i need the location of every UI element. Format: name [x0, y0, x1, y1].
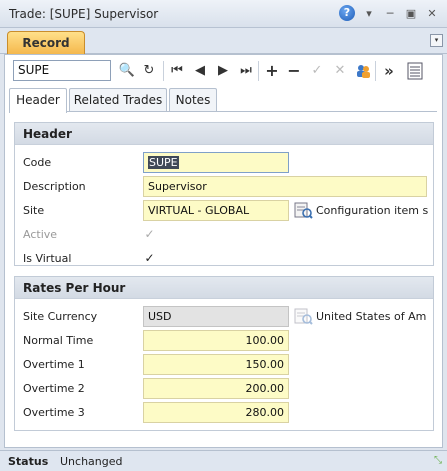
tab-record[interactable]: Record [7, 31, 85, 55]
rates-section-title: Rates Per Hour [15, 277, 433, 299]
search-icon[interactable]: 🔍 [117, 61, 137, 81]
help-icon[interactable]: ? [339, 5, 355, 21]
site-label: Site [23, 204, 45, 217]
normal-time-label: Normal Time [23, 334, 94, 347]
code-value: SUPE [148, 156, 179, 169]
currency-description-text: United States of Am [316, 310, 427, 323]
previous-record-icon[interactable]: ◀ [190, 61, 210, 81]
toolbar-divider [258, 61, 259, 81]
last-record-icon[interactable]: ⏭ [236, 61, 256, 81]
add-icon[interactable]: + [262, 61, 282, 81]
normal-time-row: Normal Time 100.00 [15, 329, 433, 353]
users-icon[interactable] [353, 61, 373, 81]
overtime-2-label: Overtime 2 [23, 382, 85, 395]
top-tab-strip: Record ▾ [0, 28, 447, 55]
configuration-item-icon[interactable] [293, 200, 313, 220]
help-dropdown-icon[interactable]: ▾ [362, 7, 376, 20]
window-titlebar: Trade: [SUPE] Supervisor ? ▾ ─ ▣ ✕ [0, 0, 447, 28]
first-record-icon[interactable]: ⏮ [167, 61, 187, 81]
active-row: Active ✓ [15, 223, 433, 247]
status-value: Unchanged [60, 455, 123, 468]
overtime-1-row: Overtime 1 150.00 [15, 353, 433, 377]
window-controls: ? ▾ ─ ▣ ✕ [339, 5, 439, 21]
cancel-icon[interactable]: ✕ [330, 61, 350, 81]
active-checkbox[interactable]: ✓ [143, 228, 156, 241]
overtime-2-row: Overtime 2 200.00 [15, 377, 433, 401]
tab-related-trades[interactable]: Related Trades [69, 88, 167, 112]
rates-section: Rates Per Hour Site Currency USD United … [14, 276, 434, 431]
subtab-divider [9, 111, 437, 112]
site-description-text: Configuration item s [316, 204, 429, 217]
currency-lookup-icon [293, 306, 313, 326]
site-row: Site VIRTUAL - GLOBAL Configuration item… [15, 199, 433, 223]
tab-notes[interactable]: Notes [169, 88, 217, 112]
is-virtual-label: Is Virtual [23, 252, 72, 265]
code-field[interactable]: SUPE [143, 152, 289, 173]
window-title: Trade: [SUPE] Supervisor [9, 7, 159, 21]
restore-icon[interactable]: ▣ [404, 7, 418, 20]
site-currency-label: Site Currency [23, 310, 98, 323]
save-icon[interactable]: ✓ [307, 61, 327, 81]
record-panel: SUPE 🔍 ↻ ⏮ ◀ ▶ ⏭ + − ✓ ✕ » Header Relate… [4, 54, 443, 448]
active-label: Active [23, 228, 58, 241]
overtime-3-field[interactable]: 280.00 [143, 402, 289, 423]
header-section-title: Header [15, 123, 433, 145]
is-virtual-row: Is Virtual ✓ [15, 247, 433, 271]
document-icon[interactable] [405, 61, 425, 81]
status-label: Status [8, 455, 49, 468]
toolbar-divider [375, 61, 376, 81]
resize-icon[interactable]: ⤡ [434, 455, 442, 466]
description-row: Description Supervisor [15, 175, 433, 199]
code-label: Code [23, 156, 52, 169]
overtime-3-label: Overtime 3 [23, 406, 85, 419]
site-currency-field: USD [143, 306, 289, 327]
subtab-bar: Header Related Trades Notes [9, 88, 439, 113]
header-tab-content: Header Code SUPE Description Supervisor … [11, 117, 437, 439]
close-icon[interactable]: ✕ [425, 7, 439, 20]
toolbar-divider [163, 61, 164, 81]
overtime-1-field[interactable]: 150.00 [143, 354, 289, 375]
overtime-1-label: Overtime 1 [23, 358, 85, 371]
site-currency-row: Site Currency USD United States of Am [15, 305, 433, 329]
overtime-3-row: Overtime 3 280.00 [15, 401, 433, 425]
site-field[interactable]: VIRTUAL - GLOBAL [143, 200, 289, 221]
code-row: Code SUPE [15, 151, 433, 175]
remove-icon[interactable]: − [284, 61, 304, 81]
record-search-input[interactable]: SUPE [13, 60, 111, 81]
normal-time-field[interactable]: 100.00 [143, 330, 289, 351]
overtime-2-field[interactable]: 200.00 [143, 378, 289, 399]
refresh-icon[interactable]: ↻ [139, 61, 159, 81]
description-label: Description [23, 180, 86, 193]
next-record-icon[interactable]: ▶ [213, 61, 233, 81]
status-bar: Status Unchanged ⤡ [0, 450, 447, 471]
tab-menu-icon[interactable]: ▾ [430, 34, 443, 47]
record-toolbar: SUPE 🔍 ↻ ⏮ ◀ ▶ ⏭ + − ✓ ✕ » [9, 58, 437, 86]
is-virtual-checkbox[interactable]: ✓ [143, 252, 156, 265]
tab-header[interactable]: Header [9, 88, 67, 113]
more-icon[interactable]: » [379, 61, 399, 81]
minimize-icon[interactable]: ─ [383, 7, 397, 20]
description-field[interactable]: Supervisor [143, 176, 427, 197]
header-section: Header Code SUPE Description Supervisor … [14, 122, 434, 266]
